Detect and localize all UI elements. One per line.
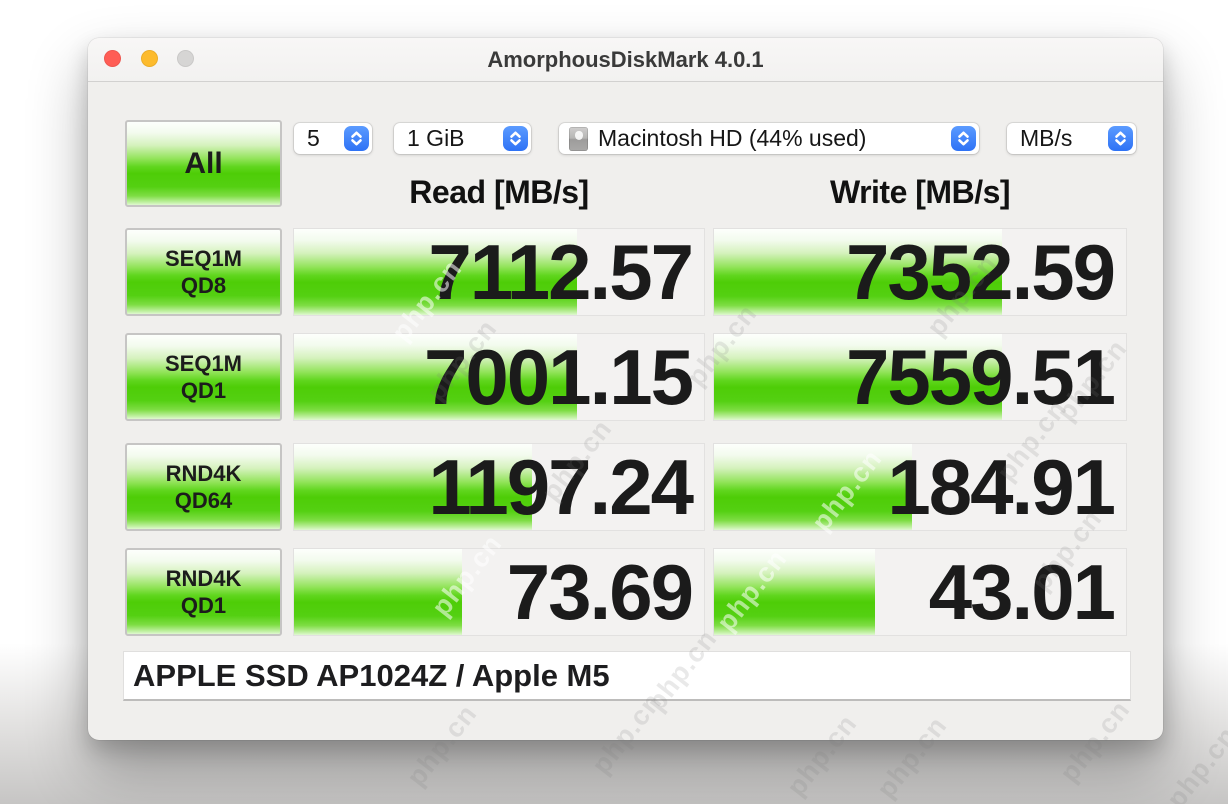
write-value: 7352.59 xyxy=(846,229,1114,316)
write-value: 7559.51 xyxy=(846,334,1114,421)
unit-popup[interactable]: MB/s xyxy=(1007,123,1136,154)
read-value: 73.69 xyxy=(507,549,692,636)
test-size-value: 1 GiB xyxy=(394,125,465,152)
queue-depth: QD64 xyxy=(175,487,232,514)
all-test-button[interactable]: All xyxy=(125,120,282,207)
target-volume-popup[interactable]: Macintosh HD (44% used) xyxy=(559,123,979,154)
test-name: SEQ1M xyxy=(165,350,242,377)
read-column-header: Read [MB/s] xyxy=(293,172,705,212)
device-info-field[interactable]: APPLE SSD AP1024Z / Apple M5 xyxy=(123,651,1131,701)
test-button-rnd4k-qd1[interactable]: RND4K QD1 xyxy=(125,548,282,636)
stepper-icon xyxy=(951,126,976,151)
read-result-cell: 1197.24 xyxy=(293,443,705,531)
write-column-header: Write [MB/s] xyxy=(713,172,1127,212)
queue-depth: QD1 xyxy=(181,592,226,619)
disk-icon xyxy=(569,127,588,151)
read-result-cell: 7001.15 xyxy=(293,333,705,421)
target-volume-value: Macintosh HD (44% used) xyxy=(590,125,866,152)
desktop-background: AmorphousDiskMark 4.0.1 All 5 1 GiB Maci… xyxy=(0,0,1228,804)
trial-count-popup[interactable]: 5 xyxy=(294,123,372,154)
titlebar[interactable]: AmorphousDiskMark 4.0.1 xyxy=(88,38,1163,82)
write-result-cell: 43.01 xyxy=(713,548,1127,636)
read-value: 7112.57 xyxy=(428,229,692,316)
test-name: RND4K xyxy=(166,565,242,592)
write-result-cell: 7352.59 xyxy=(713,228,1127,316)
read-value: 1197.24 xyxy=(428,444,692,531)
write-value: 43.01 xyxy=(929,549,1114,636)
write-value: 184.91 xyxy=(887,444,1114,531)
app-window: AmorphousDiskMark 4.0.1 All 5 1 GiB Maci… xyxy=(88,38,1163,740)
stepper-icon xyxy=(1108,126,1133,151)
stepper-icon xyxy=(503,126,528,151)
test-button-seq1m-qd1[interactable]: SEQ1M QD1 xyxy=(125,333,282,421)
result-bar xyxy=(294,549,462,635)
result-bar xyxy=(714,549,875,635)
test-button-seq1m-qd8[interactable]: SEQ1M QD8 xyxy=(125,228,282,316)
write-result-cell: 184.91 xyxy=(713,443,1127,531)
watermark-text: php.cn xyxy=(1161,721,1228,804)
queue-depth: QD1 xyxy=(181,377,226,404)
write-result-cell: 7559.51 xyxy=(713,333,1127,421)
trial-count-value: 5 xyxy=(294,125,320,152)
test-size-popup[interactable]: 1 GiB xyxy=(394,123,531,154)
result-bar xyxy=(714,444,912,530)
read-value: 7001.15 xyxy=(424,334,692,421)
stepper-icon xyxy=(344,126,369,151)
test-button-rnd4k-qd64[interactable]: RND4K QD64 xyxy=(125,443,282,531)
window-title: AmorphousDiskMark 4.0.1 xyxy=(88,38,1163,82)
read-result-cell: 7112.57 xyxy=(293,228,705,316)
read-result-cell: 73.69 xyxy=(293,548,705,636)
unit-value: MB/s xyxy=(1007,125,1072,152)
test-name: RND4K xyxy=(166,460,242,487)
queue-depth: QD8 xyxy=(181,272,226,299)
test-name: SEQ1M xyxy=(165,245,242,272)
